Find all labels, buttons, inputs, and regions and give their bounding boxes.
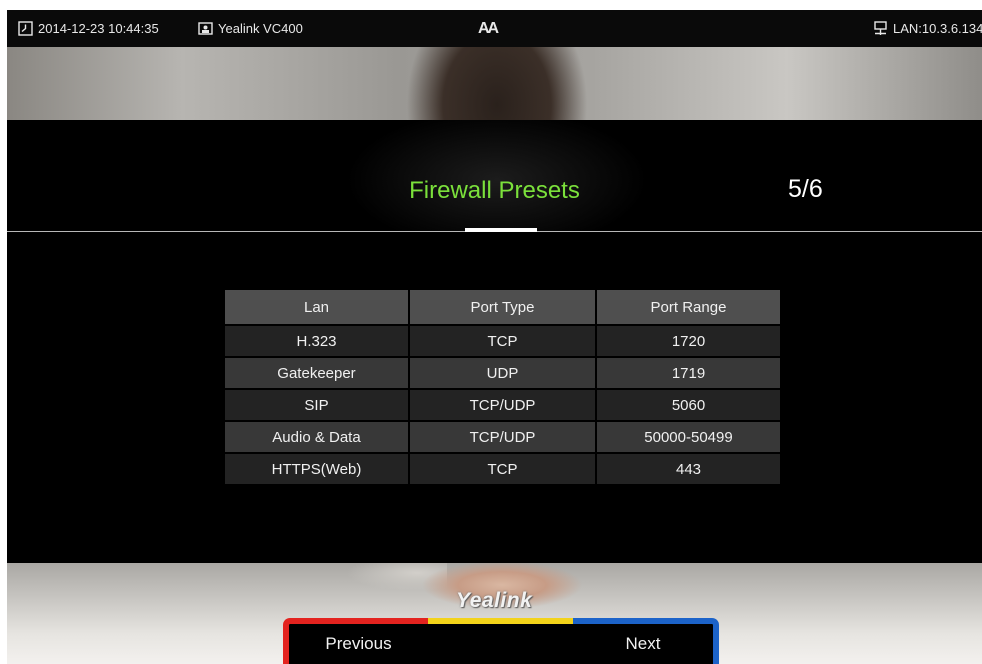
status-device: Yealink VC400 [198,10,303,47]
softkey-bar: Previous Next [283,618,719,664]
status-bar: 2014-12-23 10:44:35 Yealink VC400 AA LAN… [7,10,982,47]
page-indicator: 5/6 [788,175,823,203]
column-header-port-range: Port Range [597,290,780,324]
cell-port-type: TCP [410,454,595,484]
status-datetime: 2014-12-23 10:44:35 [18,10,159,47]
cell-port-type: TCP [410,326,595,356]
yellow-softkey[interactable] [428,618,573,664]
clock-icon [18,21,33,36]
cell-lan: SIP [225,390,408,420]
cell-port-range: 1720 [597,326,780,356]
cell-port-range: 443 [597,454,780,484]
next-button-label: Next [625,634,661,653]
status-lan: LAN:10.3.6.134 [873,10,982,47]
cell-lan: Audio & Data [225,422,408,452]
lan-address: LAN:10.3.6.134 [893,21,982,36]
table-row: SIP TCP/UDP 5060 [225,390,780,420]
table-row: Audio & Data TCP/UDP 50000-50499 [225,422,780,452]
cell-port-type: UDP [410,358,595,388]
cell-lan: Gatekeeper [225,358,408,388]
device-name: Yealink VC400 [218,21,303,36]
font-size-toggle-label: AA [478,19,499,37]
video-device-icon [198,21,213,36]
cell-port-range: 5060 [597,390,780,420]
column-header-lan: Lan [225,290,408,324]
table-row: Gatekeeper UDP 1719 [225,358,780,388]
screen: 2014-12-23 10:44:35 Yealink VC400 AA LAN… [7,10,982,664]
page-title: Firewall Presets [409,177,580,204]
datetime-text: 2014-12-23 10:44:35 [38,21,159,36]
cell-port-range: 50000-50499 [597,422,780,452]
network-icon [873,21,888,36]
table-row: HTTPS(Web) TCP 443 [225,454,780,484]
cell-port-type: TCP/UDP [410,422,595,452]
previous-button[interactable]: Previous [283,618,428,664]
column-header-port-type: Port Type [410,290,595,324]
previous-button-label: Previous [325,634,392,653]
cell-lan: HTTPS(Web) [225,454,408,484]
table-header-row: Lan Port Type Port Range [225,290,780,324]
cell-port-type: TCP/UDP [410,390,595,420]
content-panel: Lan Port Type Port Range H.323 TCP 1720 … [7,232,982,563]
cell-lan: H.323 [225,326,408,356]
firewall-presets-table: Lan Port Type Port Range H.323 TCP 1720 … [223,288,782,486]
font-size-toggle[interactable]: AA [478,10,499,47]
yealink-logo: Yealink [456,589,533,612]
cell-port-range: 1719 [597,358,780,388]
next-button[interactable]: Next [573,618,719,664]
title-band: Firewall Presets 5/6 [7,120,982,232]
table-row: H.323 TCP 1720 [225,326,780,356]
